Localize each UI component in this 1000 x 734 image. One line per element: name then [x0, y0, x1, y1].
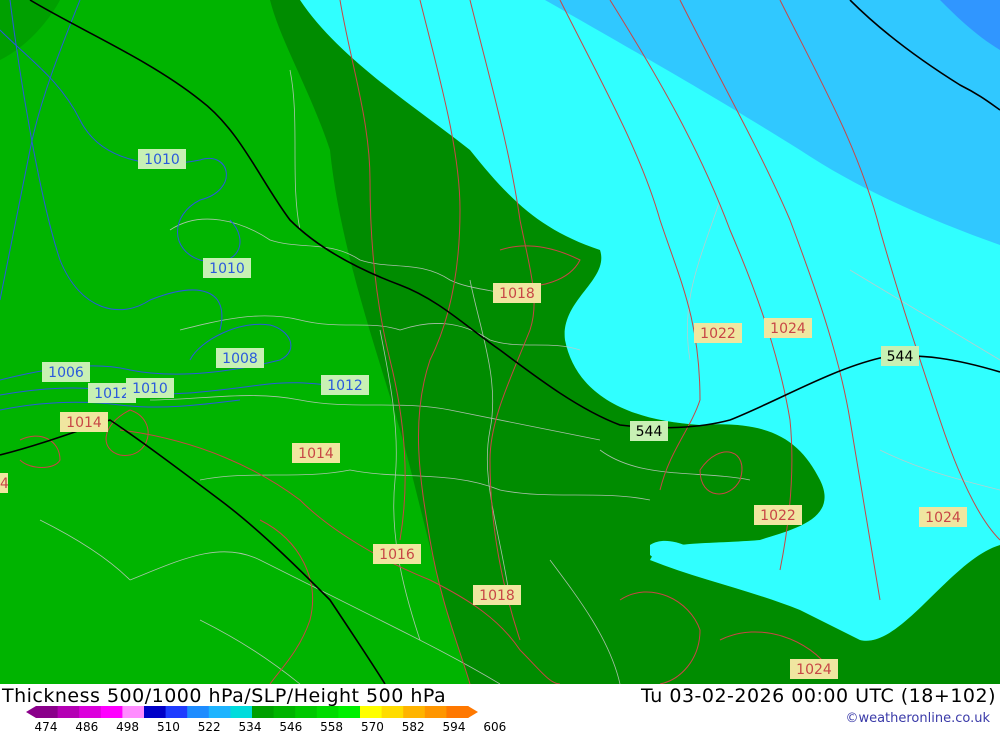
credit-link[interactable]: ©weatheronline.co.uk	[845, 711, 990, 726]
scale-tick-label: 570	[360, 720, 384, 734]
pressure-label-low: 1010	[209, 261, 245, 277]
pressure-label-low: 1012	[94, 386, 130, 402]
scale-tick-label: 534	[238, 720, 262, 734]
scale-swatch	[57, 706, 80, 718]
scale-tick-label: 546	[279, 720, 303, 734]
pressure-label-high: 4	[0, 476, 9, 492]
pressure-label-low: 1006	[48, 365, 84, 381]
scale-swatch	[424, 706, 447, 718]
scale-tick-label: 558	[320, 720, 344, 734]
scale-arrow-right	[468, 706, 478, 718]
scale-tick-label: 594	[442, 720, 466, 734]
scale-swatch	[381, 706, 404, 718]
scale-swatch	[122, 706, 145, 718]
scale-tick-label: 486	[75, 720, 99, 734]
scale-swatch	[295, 706, 318, 718]
scale-swatch	[187, 706, 210, 718]
pressure-label-high: 1016	[379, 547, 415, 563]
scale-tick-label: 474	[34, 720, 58, 734]
height-label: 544	[887, 349, 914, 365]
pressure-label-high: 1018	[499, 286, 535, 302]
scale-tick-label: 510	[156, 720, 180, 734]
pressure-label-high: 1024	[925, 510, 961, 526]
pressure-label-low: 1010	[132, 381, 168, 397]
scale-swatch	[273, 706, 296, 718]
pressure-label-low: 1008	[222, 351, 258, 367]
scale-swatch	[252, 706, 275, 718]
pressure-label-high: 1014	[66, 415, 102, 431]
scale-swatch	[100, 706, 123, 718]
pressure-label-high: 1024	[796, 662, 832, 678]
map-title: Thickness 500/1000 hPa/SLP/Height 500 hP…	[2, 685, 447, 707]
scale-swatch	[208, 706, 231, 718]
scale-swatch	[144, 706, 167, 718]
weather-map: 1010 1010 1006 1012 1010 1008 1012 1014 …	[0, 0, 1000, 684]
pressure-label-high: 1014	[298, 446, 334, 462]
scale-swatch	[446, 706, 469, 718]
scale-arrow-left	[26, 706, 36, 718]
scale-tick-label: 522	[197, 720, 221, 734]
scale-tick-label: 498	[116, 720, 140, 734]
pressure-label-high: 1018	[479, 588, 515, 604]
color-scale-bar	[26, 706, 478, 718]
pressure-label-low: 1010	[144, 152, 180, 168]
scale-swatch	[360, 706, 383, 718]
height-label: 544	[636, 424, 663, 440]
scale-tick-label: 606	[483, 720, 507, 734]
scale-swatch	[79, 706, 102, 718]
scale-swatch	[403, 706, 426, 718]
scale-swatch	[316, 706, 339, 718]
scale-swatch	[165, 706, 188, 718]
scale-swatch	[230, 706, 253, 718]
scale-swatch	[338, 706, 361, 718]
scale-tick-label: 582	[401, 720, 425, 734]
scale-swatch	[36, 706, 59, 718]
pressure-label-high: 1022	[700, 326, 736, 342]
footer-bar: Thickness 500/1000 hPa/SLP/Height 500 hP…	[0, 684, 1000, 734]
pressure-label-high: 1024	[770, 321, 806, 337]
pressure-label-high: 1022	[760, 508, 796, 524]
map-datetime: Tu 03-02-2026 00:00 UTC (18+102)	[641, 685, 996, 707]
pressure-label-low: 1012	[327, 378, 363, 394]
